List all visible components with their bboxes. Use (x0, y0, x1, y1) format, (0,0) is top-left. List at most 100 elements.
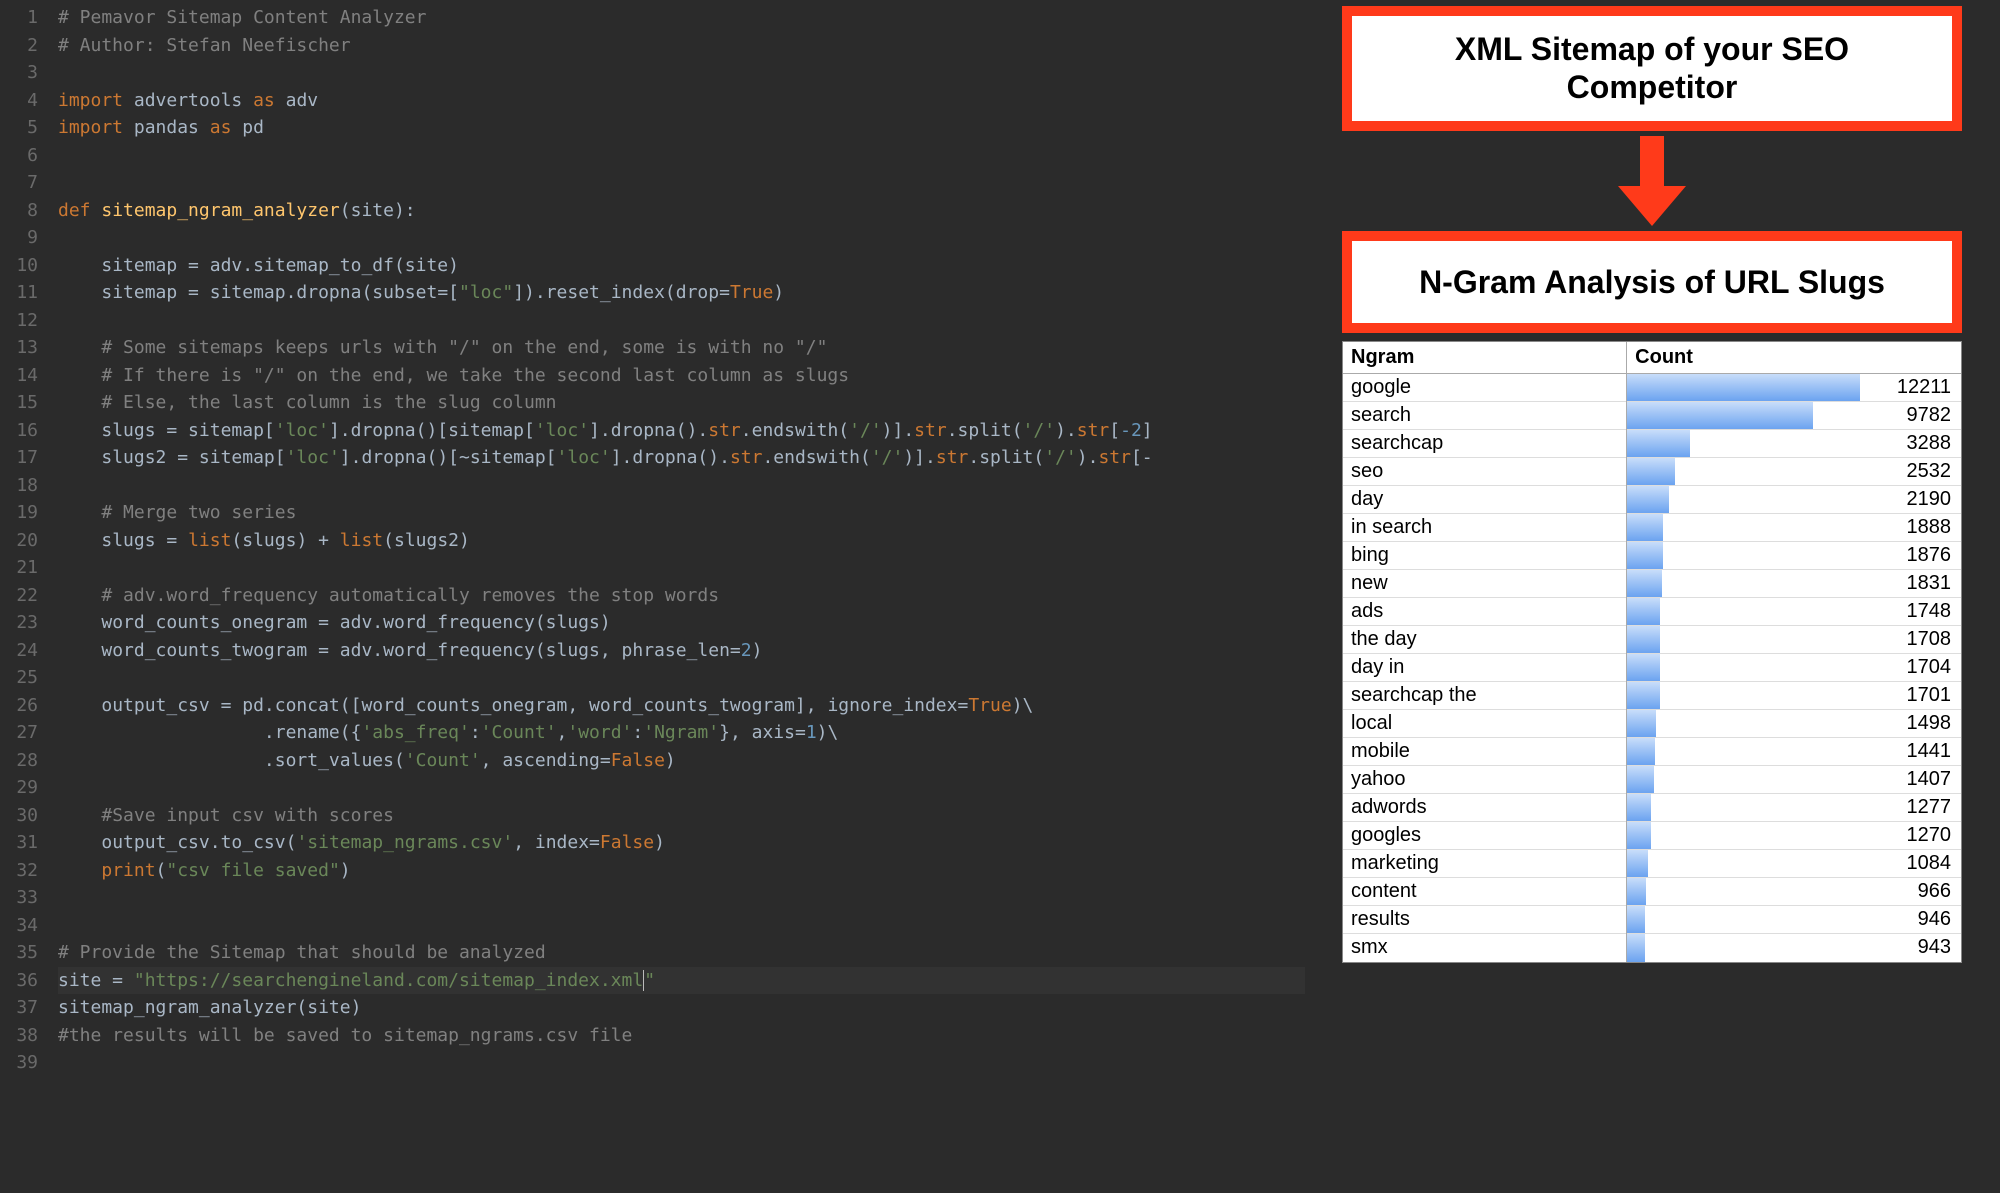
bar-cell (1627, 402, 1860, 430)
table-row: searchcap the1701 (1343, 682, 1961, 710)
code-line[interactable] (58, 224, 1305, 252)
code-line[interactable]: sitemap_ngram_analyzer(site) (58, 994, 1305, 1022)
code-line[interactable]: # If there is "/" on the end, we take th… (58, 362, 1305, 390)
count-cell: 1084 (1860, 850, 1961, 878)
code-line[interactable] (58, 774, 1305, 802)
ngram-cell: marketing (1343, 850, 1627, 878)
ngram-cell: day (1343, 486, 1627, 514)
table-row: seo 2532 (1343, 458, 1961, 486)
ngram-cell: yahoo (1343, 766, 1627, 794)
code-line[interactable]: sitemap = sitemap.dropna(subset=["loc"])… (58, 279, 1305, 307)
diagram-box-bottom-text: N-Gram Analysis of URL Slugs (1419, 264, 1885, 300)
count-cell: 966 (1860, 878, 1961, 906)
count-cell: 1831 (1860, 570, 1961, 598)
count-cell: 1498 (1860, 710, 1961, 738)
bar-cell (1627, 738, 1860, 766)
side-panel: XML Sitemap of your SEO Competitor N-Gra… (1322, 6, 1982, 963)
code-line[interactable] (58, 884, 1305, 912)
code-line[interactable] (58, 59, 1305, 87)
table-header-row: Ngram Count (1343, 342, 1961, 374)
ngram-cell: seo (1343, 458, 1627, 486)
count-cell: 1704 (1860, 654, 1961, 682)
count-cell: 3288 (1860, 430, 1961, 458)
code-line[interactable]: .rename({'abs_freq':'Count','word':'Ngra… (58, 719, 1305, 747)
code-line[interactable]: # Else, the last column is the slug colu… (58, 389, 1305, 417)
code-line[interactable]: import pandas as pd (58, 114, 1305, 142)
bar-cell (1627, 934, 1860, 962)
table-row: in search1888 (1343, 514, 1961, 542)
bar-cell (1627, 598, 1860, 626)
count-cell: 1441 (1860, 738, 1961, 766)
th-ngram: Ngram (1343, 342, 1627, 374)
table-row: mobile 1441 (1343, 738, 1961, 766)
code-line[interactable]: # Provide the Sitemap that should be ana… (58, 939, 1305, 967)
line-number-gutter: 1234567891011121314151617181920212223242… (0, 0, 46, 1193)
table-row: google12211 (1343, 374, 1961, 402)
code-line[interactable]: output_csv.to_csv('sitemap_ngrams.csv', … (58, 829, 1305, 857)
count-cell: 2190 (1860, 486, 1961, 514)
code-line[interactable] (58, 1049, 1305, 1077)
code-line[interactable] (58, 664, 1305, 692)
count-cell: 946 (1860, 906, 1961, 934)
code-line[interactable]: .sort_values('Count', ascending=False) (58, 747, 1305, 775)
code-line[interactable]: site = "https://searchengineland.com/sit… (58, 967, 1305, 995)
count-cell: 943 (1860, 934, 1961, 962)
bar-cell (1627, 486, 1860, 514)
code-line[interactable]: # adv.word_frequency automatically remov… (58, 582, 1305, 610)
diagram-box-top-line1: XML Sitemap of your SEO (1455, 31, 1849, 67)
diagram-box-top: XML Sitemap of your SEO Competitor (1342, 6, 1962, 131)
code-line[interactable]: sitemap = adv.sitemap_to_df(site) (58, 252, 1305, 280)
code-line[interactable] (58, 142, 1305, 170)
count-cell: 2532 (1860, 458, 1961, 486)
code-line[interactable]: word_counts_onegram = adv.word_frequency… (58, 609, 1305, 637)
table-row: day in 1704 (1343, 654, 1961, 682)
bar-cell (1627, 626, 1860, 654)
code-line[interactable]: def sitemap_ngram_analyzer(site): (58, 197, 1305, 225)
ngram-cell: adwords (1343, 794, 1627, 822)
table-row: smx943 (1343, 934, 1961, 962)
table-row: bing 1876 (1343, 542, 1961, 570)
count-cell: 1748 (1860, 598, 1961, 626)
count-cell: 1888 (1860, 514, 1961, 542)
code-area[interactable]: # Pemavor Sitemap Content Analyzer# Auth… (46, 0, 1305, 1193)
code-line[interactable]: # Pemavor Sitemap Content Analyzer (58, 4, 1305, 32)
code-editor[interactable]: 1234567891011121314151617181920212223242… (0, 0, 1305, 1193)
ngram-cell: mobile (1343, 738, 1627, 766)
diagram-box-top-line2: Competitor (1567, 69, 1738, 105)
code-line[interactable] (58, 307, 1305, 335)
code-line[interactable]: print("csv file saved") (58, 857, 1305, 885)
ngram-cell: bing (1343, 542, 1627, 570)
code-line[interactable] (58, 169, 1305, 197)
code-line[interactable]: # Merge two series (58, 499, 1305, 527)
code-line[interactable]: # Author: Stefan Neefischer (58, 32, 1305, 60)
bar-cell (1627, 766, 1860, 794)
table-row: searchcap 3288 (1343, 430, 1961, 458)
code-line[interactable]: slugs = sitemap['loc'].dropna()[sitemap[… (58, 417, 1305, 445)
bar-cell (1627, 430, 1860, 458)
table-row: results946 (1343, 906, 1961, 934)
count-cell: 1876 (1860, 542, 1961, 570)
code-line[interactable]: #Save input csv with scores (58, 802, 1305, 830)
count-cell: 1407 (1860, 766, 1961, 794)
code-line[interactable] (58, 554, 1305, 582)
bar-cell (1627, 542, 1860, 570)
code-line[interactable]: word_counts_twogram = adv.word_frequency… (58, 637, 1305, 665)
ngram-cell: googles (1343, 822, 1627, 850)
code-line[interactable]: slugs2 = sitemap['loc'].dropna()[~sitema… (58, 444, 1305, 472)
count-cell: 1277 (1860, 794, 1961, 822)
code-line[interactable]: import advertools as adv (58, 87, 1305, 115)
ngram-cell: day in (1343, 654, 1627, 682)
bar-cell (1627, 570, 1860, 598)
ngram-cell: new (1343, 570, 1627, 598)
ngram-cell: content (1343, 878, 1627, 906)
code-line[interactable]: output_csv = pd.concat([word_counts_oneg… (58, 692, 1305, 720)
table-row: adwords 1277 (1343, 794, 1961, 822)
code-line[interactable]: #the results will be saved to sitemap_ng… (58, 1022, 1305, 1050)
ngram-cell: searchcap (1343, 430, 1627, 458)
code-line[interactable] (58, 472, 1305, 500)
code-line[interactable]: slugs = list(slugs) + list(slugs2) (58, 527, 1305, 555)
ngram-cell: google (1343, 374, 1627, 402)
code-line[interactable]: # Some sitemaps keeps urls with "/" on t… (58, 334, 1305, 362)
table-row: googles1270 (1343, 822, 1961, 850)
code-line[interactable] (58, 912, 1305, 940)
